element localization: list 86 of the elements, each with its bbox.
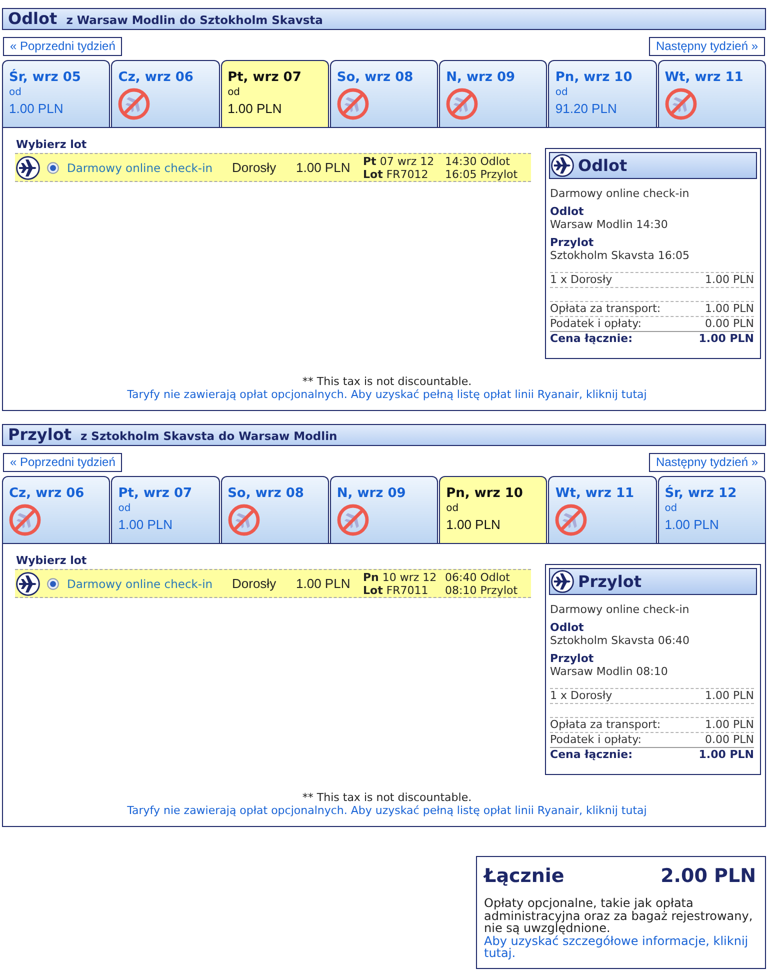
passenger-amount: 1.00 PLN: [705, 273, 754, 287]
departure-info: Warsaw Modlin 14:30: [550, 218, 668, 231]
no-flight-icon: [118, 88, 150, 120]
no-flight-icon: [336, 504, 369, 536]
day-tab[interactable]: Śr, wrz 05 od 1.00 PLN: [2, 60, 110, 127]
arrival-label: Przylot: [550, 236, 594, 249]
arrival-label: Przylot: [550, 652, 594, 665]
day-tab[interactable]: Wt, wrz 11: [658, 60, 766, 127]
fare-link[interactable]: Darmowy online check-in: [67, 576, 213, 590]
fare-price: 1.00 PLN: [296, 160, 350, 175]
passenger-amount: 1.00 PLN: [705, 689, 754, 703]
day-tab[interactable]: Pn, wrz 10 od 91.20 PLN: [548, 60, 657, 127]
flight-number: Lot FR7011: [363, 584, 428, 596]
tax-note: ** This tax is not discountable.: [302, 791, 472, 804]
day-tab[interactable]: Wt, wrz 11: [548, 476, 657, 543]
departure-info: Sztokholm Skavsta 06:40: [550, 634, 690, 647]
departure-time: 06:40 Odlot: [445, 570, 510, 584]
summary-title: Odlot: [578, 156, 628, 176]
no-flight-icon: [555, 504, 588, 536]
next-week-button[interactable]: Następny tydzień »: [648, 37, 765, 56]
fare-price: 1.00 PLN: [296, 576, 350, 591]
tax-note: ** This tax is not discountable.: [302, 375, 472, 388]
day-tab[interactable]: N, wrz 09: [330, 476, 438, 543]
total-price-label: Cena łącznie:: [550, 748, 633, 762]
total-price: 1.00 PLN: [698, 748, 754, 762]
flight-date: Pt 07 wrz 12: [363, 154, 434, 168]
passenger-count: 1 x Dorosły: [550, 273, 612, 287]
arrival-time: 08:10 Przylot: [445, 584, 518, 596]
passenger-type: Dorosły: [232, 160, 276, 175]
charge-label: Opłata za transport:: [550, 302, 661, 316]
total-price: 1.00 PLN: [698, 332, 754, 346]
arrival-info: Sztokholm Skavsta 16:05: [550, 249, 690, 262]
no-flight-icon: [9, 504, 41, 536]
radio-button[interactable]: [47, 162, 59, 174]
total-note: Opłaty opcjonalne, takie jak opłata administracyjna oraz za bagaż rejestrowany, nie są uwzględnione.: [484, 897, 754, 934]
no-flight-icon: [446, 88, 478, 120]
day-tab[interactable]: Pt, wrz 07 od 1.00 PLN: [220, 60, 329, 127]
arrival-info: Warsaw Modlin 08:10: [550, 665, 668, 678]
departure-label: Odlot: [550, 205, 584, 218]
route-text: z Warsaw Modlin do Sztokholm Skavsta: [66, 12, 323, 29]
prev-week-button[interactable]: « Poprzedni tydzień: [3, 37, 122, 56]
passenger-count: 1 x Dorosły: [550, 689, 612, 703]
fees-link[interactable]: Taryfy nie zawierają opłat opcjonalnych. Aby uzyskać pełną listę opłat linii Ryanair, kliknij tutaj: [127, 804, 647, 817]
fare-name: Darmowy online check-in: [550, 187, 690, 200]
charge-amount: 0.00 PLN: [705, 317, 754, 331]
total-amount: 2.00 PLN: [660, 864, 756, 889]
departure-time: 14:30 Odlot: [445, 154, 510, 168]
flight-date: Pn 10 wrz 12: [363, 570, 437, 584]
day-tab[interactable]: So, wrz 08: [330, 60, 438, 127]
section-title: Przylot: [8, 425, 72, 445]
day-tab[interactable]: N, wrz 09: [439, 60, 548, 127]
airplane-icon: [16, 156, 40, 180]
charge-amount: 1.00 PLN: [705, 302, 754, 316]
day-tab[interactable]: Cz, wrz 06: [2, 476, 110, 543]
fare-name: Darmowy online check-in: [550, 603, 690, 616]
no-flight-icon: [228, 504, 260, 536]
section-title: Odlot: [8, 9, 58, 29]
no-flight-icon: [664, 88, 697, 120]
day-tab[interactable]: Cz, wrz 06: [111, 60, 220, 127]
charge-amount: 0.00 PLN: [705, 733, 754, 747]
flight-number: Lot FR7012: [363, 168, 428, 180]
day-tab[interactable]: Śr, wrz 12 od 1.00 PLN: [658, 476, 766, 543]
total-label: Łącznie: [484, 864, 564, 889]
next-week-button[interactable]: Następny tydzień »: [648, 453, 765, 472]
day-tab[interactable]: So, wrz 08: [220, 476, 329, 543]
route-text: z Sztokholm Skavsta do Warsaw Modlin: [80, 428, 338, 445]
day-tab[interactable]: Pn, wrz 10 od 1.00 PLN: [439, 476, 548, 543]
fare-link[interactable]: Darmowy online check-in: [67, 160, 213, 174]
fees-link[interactable]: Taryfy nie zawierają opłat opcjonalnych. Aby uzyskać pełną listę opłat linii Ryanair, kliknij tutaj: [127, 388, 647, 401]
charge-label: Podatek i opłaty:: [550, 733, 642, 747]
departure-label: Odlot: [550, 621, 584, 634]
charge-label: Opłata za transport:: [550, 718, 661, 732]
total-price-label: Cena łącznie:: [550, 332, 633, 346]
arrival-time: 16:05 Przylot: [445, 168, 518, 180]
summary-title: Przylot: [578, 572, 642, 592]
no-flight-icon: [336, 88, 369, 120]
charge-amount: 1.00 PLN: [705, 718, 754, 732]
airplane-icon: [16, 572, 40, 596]
day-tab[interactable]: Pt, wrz 07 od 1.00 PLN: [111, 476, 220, 543]
select-heading: Wybierz lot: [16, 554, 87, 567]
radio-button[interactable]: [47, 578, 59, 590]
select-heading: Wybierz lot: [16, 138, 87, 151]
prev-week-button[interactable]: « Poprzedni tydzień: [3, 453, 122, 472]
charge-label: Podatek i opłaty:: [550, 317, 642, 331]
passenger-type: Dorosły: [232, 576, 276, 591]
details-link[interactable]: Aby uzyskać szczegółowe informacje, kliknij tutaj.: [484, 934, 756, 960]
